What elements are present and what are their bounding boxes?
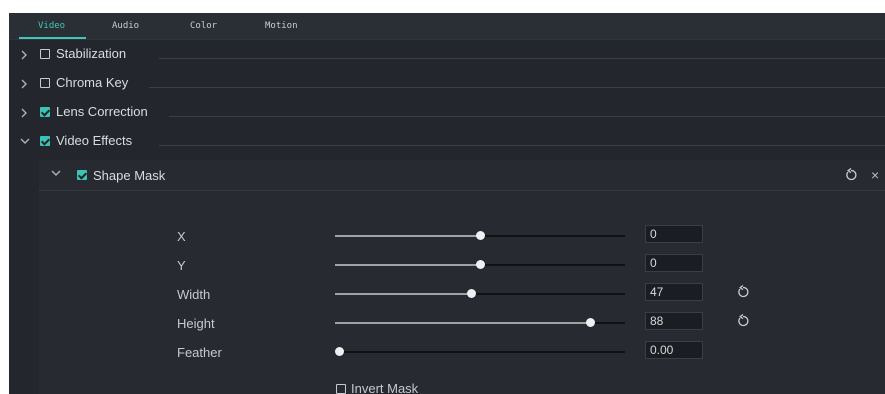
chroma-key-checkbox[interactable] — [40, 78, 50, 88]
properties-panel: Video Audio Color Motion Stabilization C… — [9, 13, 885, 394]
tab-bar: Video Audio Color Motion — [9, 13, 885, 40]
param-label-x: X — [177, 229, 186, 244]
shape-mask-section: Shape Mask × X 0 Y 0 Width 47 Height 88 … — [39, 160, 885, 394]
width-value-input[interactable]: 47 — [645, 283, 703, 301]
slider-knob[interactable] — [467, 289, 477, 298]
stabilization-checkbox[interactable] — [40, 49, 50, 59]
section-label: Lens Correction — [56, 104, 148, 119]
slider-knob[interactable] — [586, 318, 596, 327]
slider-knob[interactable] — [476, 260, 485, 269]
chevron-down-icon[interactable] — [20, 137, 32, 145]
section-divider — [149, 87, 885, 88]
section-stabilization[interactable]: Stabilization — [9, 44, 885, 72]
chevron-right-icon[interactable] — [20, 50, 32, 60]
video-effects-checkbox[interactable] — [40, 136, 50, 146]
x-slider[interactable] — [335, 231, 625, 240]
slider-knob[interactable] — [335, 347, 344, 356]
param-label-height: Height — [177, 316, 215, 331]
height-slider[interactable] — [335, 318, 625, 327]
height-value-input[interactable]: 88 — [645, 312, 703, 330]
height-reset-icon[interactable] — [737, 313, 749, 330]
shape-mask-checkbox[interactable] — [77, 170, 87, 180]
x-value-input[interactable]: 0 — [645, 225, 703, 243]
close-icon[interactable]: × — [871, 167, 879, 183]
y-slider[interactable] — [335, 260, 625, 269]
param-label-feather: Feather — [177, 345, 222, 360]
chevron-right-icon[interactable] — [20, 79, 32, 89]
tab-motion[interactable]: Motion — [265, 21, 298, 31]
chevron-down-icon[interactable] — [51, 169, 61, 177]
reset-icon[interactable] — [845, 167, 857, 184]
section-label: Video Effects — [56, 133, 133, 148]
tab-video[interactable]: Video — [38, 21, 65, 31]
section-chroma-key[interactable]: Chroma Key — [9, 73, 885, 101]
invert-mask-checkbox[interactable] — [336, 384, 346, 394]
width-reset-icon[interactable] — [737, 284, 749, 301]
feather-slider[interactable] — [335, 347, 625, 356]
feather-value-input[interactable]: 0.00 — [645, 341, 703, 359]
param-label-y: Y — [177, 258, 186, 273]
shape-mask-header[interactable]: Shape Mask × — [39, 160, 885, 191]
section-label: Stabilization — [56, 46, 127, 61]
section-video-effects[interactable]: Video Effects — [9, 131, 885, 159]
width-slider[interactable] — [335, 289, 625, 298]
y-value-input[interactable]: 0 — [645, 254, 703, 272]
active-tab-indicator — [19, 37, 86, 39]
section-divider — [159, 145, 885, 146]
chevron-right-icon[interactable] — [20, 108, 32, 118]
section-label: Chroma Key — [56, 75, 129, 90]
section-divider — [169, 116, 885, 117]
tab-color[interactable]: Color — [190, 21, 217, 31]
section-lens-correction[interactable]: Lens Correction — [9, 102, 885, 130]
section-divider — [159, 58, 885, 59]
invert-mask-label: Invert Mask — [351, 381, 419, 394]
shape-mask-title: Shape Mask — [93, 168, 166, 183]
slider-knob[interactable] — [476, 231, 485, 240]
param-label-width: Width — [177, 287, 211, 302]
tab-audio[interactable]: Audio — [112, 21, 139, 31]
lens-correction-checkbox[interactable] — [40, 107, 50, 117]
